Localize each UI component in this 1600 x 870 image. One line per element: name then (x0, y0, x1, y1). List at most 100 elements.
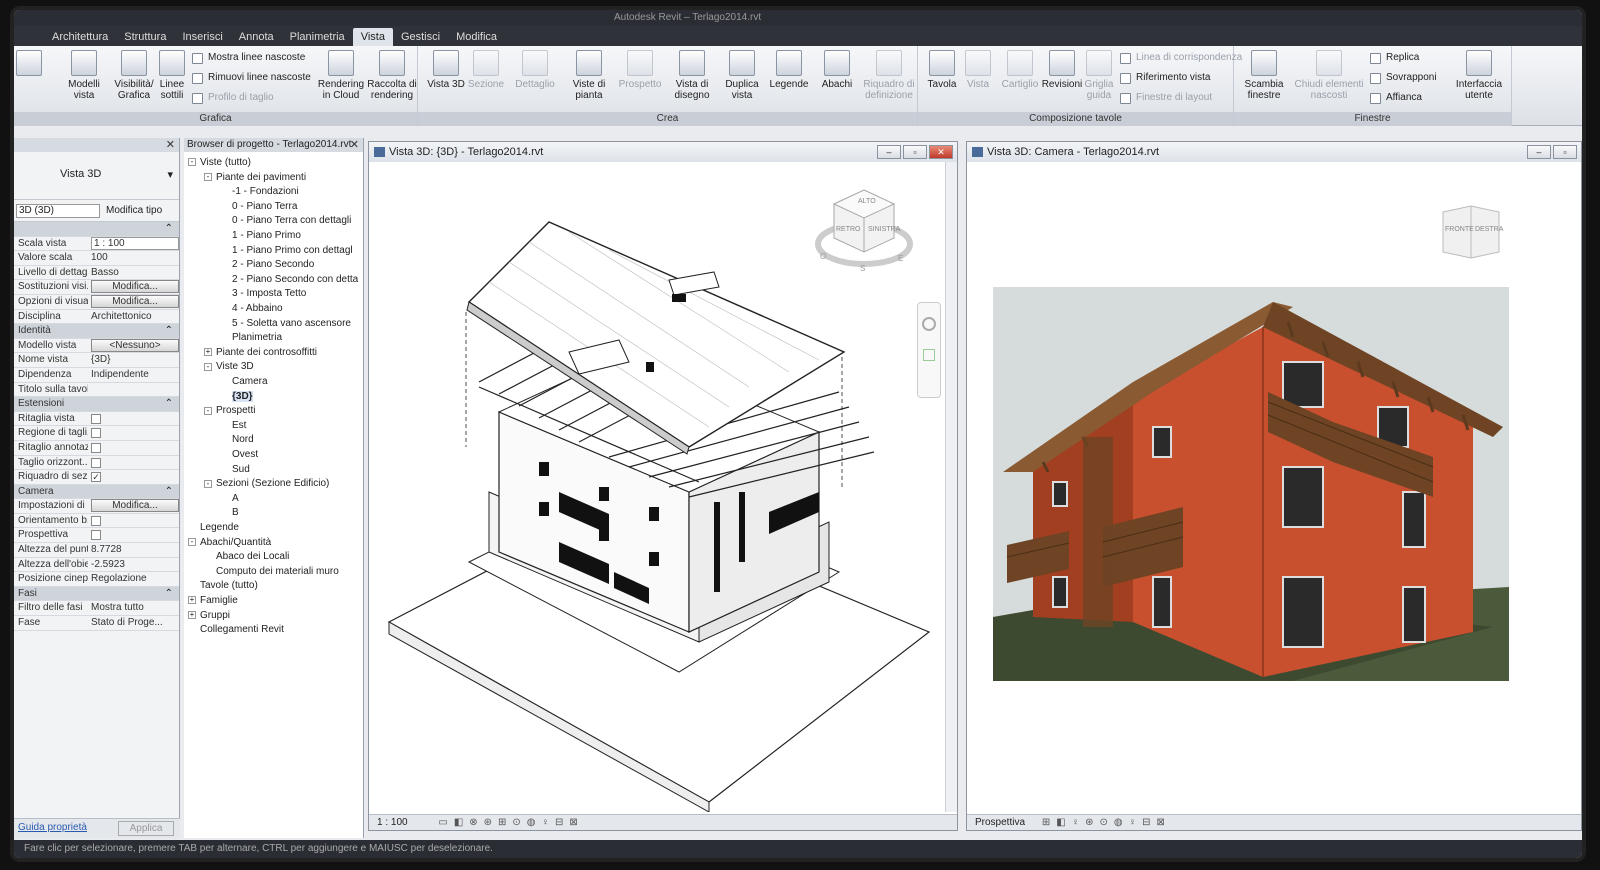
property-value[interactable] (88, 528, 179, 542)
tab-architettura[interactable]: Architettura (44, 28, 116, 46)
navigation-bar[interactable] (917, 302, 941, 398)
vertical-scrollbar[interactable] (945, 162, 957, 812)
property-input[interactable]: 1 : 100 (91, 236, 179, 250)
tree-node[interactable]: Computo dei materiali muro (204, 565, 339, 579)
duplica-vista-button[interactable]: Duplica vista (718, 50, 766, 101)
property-row[interactable]: Nome vista {3D} (14, 353, 179, 368)
property-value[interactable] (88, 441, 179, 455)
collapse-icon[interactable]: ⌃ (165, 587, 179, 601)
collapse-icon[interactable]: - (188, 537, 196, 546)
abachi-button[interactable]: Abachi (814, 50, 860, 90)
property-value[interactable] (88, 412, 179, 426)
tab-vista[interactable]: Vista (352, 28, 393, 46)
property-edit-button[interactable]: Modifica... (91, 294, 179, 308)
property-value[interactable]: ✓ (88, 470, 179, 484)
property-value[interactable]: {3D} (88, 353, 179, 367)
dettaglio-button[interactable]: Dettaglio (512, 50, 558, 90)
property-checkbox[interactable] (91, 530, 101, 541)
zoom-icon[interactable] (923, 349, 935, 361)
instance-filter-select[interactable]: 3D (3D) (16, 204, 100, 218)
property-checkbox[interactable]: ✓ (91, 472, 101, 483)
steering-wheel-icon[interactable] (922, 317, 936, 331)
close-button[interactable]: ✕ (929, 145, 953, 159)
view-cube[interactable]: ALTO RETRO SINISTRA O E S (814, 182, 914, 273)
close-icon[interactable]: ✕ (350, 138, 359, 152)
property-value[interactable] (88, 456, 179, 470)
apply-button[interactable]: Applica (118, 821, 174, 836)
property-row[interactable]: Orientamento b... (14, 514, 179, 529)
property-section[interactable]: Identità ⌃ (14, 324, 179, 339)
properties-toggle-button[interactable] (14, 50, 44, 79)
expand-icon[interactable]: + (204, 348, 212, 357)
riferimento-vista-button[interactable]: Riferimento vista (1120, 70, 1210, 86)
property-section[interactable]: Fasi ⌃ (14, 586, 179, 602)
vista-3d-button[interactable]: Vista 3D (426, 50, 466, 90)
modifica-tipo-button[interactable]: Modifica tipo (106, 204, 162, 218)
tree-node[interactable]: B (220, 506, 239, 520)
tree-node[interactable]: - Abachi/Quantità (188, 536, 271, 550)
property-row[interactable]: Scala vista 1 : 100 (14, 236, 179, 252)
tree-node[interactable]: 4 - Abbaino (220, 302, 283, 316)
tree-node[interactable]: - Viste (tutto) (188, 156, 251, 170)
linea-corrispondenza-button[interactable]: Linea di corrispondenza (1120, 50, 1242, 66)
property-value[interactable]: Modifica... (88, 280, 179, 294)
property-row[interactable]: Fase Stato di Proge... (14, 616, 179, 631)
collapse-icon[interactable]: - (204, 172, 212, 181)
collapse-icon[interactable]: - (188, 158, 196, 167)
affianca-button[interactable]: Affianca (1370, 90, 1422, 106)
property-row[interactable]: Impostazioni di ...Modifica... (14, 499, 179, 514)
tab-planimetria[interactable]: Planimetria (282, 28, 353, 46)
restore-button[interactable]: ▫ (1553, 145, 1577, 159)
property-row[interactable]: Ritaglio annotazi... (14, 441, 179, 456)
tree-node[interactable]: - Piante dei pavimenti (204, 171, 306, 185)
collapse-icon[interactable]: ⌃ (165, 485, 179, 499)
property-section[interactable]: Estensioni ⌃ (14, 397, 179, 412)
property-value[interactable]: 100 (88, 251, 179, 265)
property-value[interactable]: <Nessuno> (88, 338, 179, 353)
tab-modifica[interactable]: Modifica (448, 28, 505, 46)
property-checkbox[interactable] (91, 515, 101, 526)
view-control-icons[interactable]: ▭◧⊗⊛⊞⊙◍♀⊟⊠ (438, 817, 583, 828)
property-row[interactable]: Regione di tagli... (14, 426, 179, 441)
view-control-icons[interactable]: ⊞◧♀⊛⊙◍♀⊟⊠ (1042, 817, 1171, 828)
help-link[interactable]: Guida proprietà (18, 822, 87, 833)
cartiglio-button[interactable]: Cartiglio (998, 50, 1042, 90)
tree-node[interactable]: A (220, 492, 239, 506)
property-value[interactable] (88, 514, 179, 528)
tab-gestisci[interactable]: Gestisci (393, 28, 448, 46)
collapse-icon[interactable]: - (204, 362, 212, 371)
griglia-guida-button[interactable]: Griglia guida (1080, 50, 1118, 101)
legende-button[interactable]: Legende (766, 50, 812, 90)
property-value[interactable]: Modifica... (88, 294, 179, 309)
tree-node[interactable]: 1 - Piano Primo con dettagl (220, 244, 353, 258)
prospetto-button[interactable]: Prospetto (614, 50, 666, 90)
property-value[interactable]: Stato di Proge... (88, 616, 179, 630)
property-value[interactable]: Basso (88, 266, 179, 280)
rendering-cloud-button[interactable]: Rendering in Cloud (316, 50, 366, 101)
expand-icon[interactable]: + (188, 596, 196, 605)
property-checkbox[interactable] (91, 413, 101, 424)
tree-node[interactable]: 2 - Piano Secondo con detta (220, 273, 358, 287)
collapse-icon[interactable]: ⌃ (165, 222, 179, 236)
property-row[interactable]: Altezza del punt...8.7728 (14, 543, 179, 558)
tree-node[interactable]: 1 - Piano Primo (220, 229, 301, 243)
view-scale[interactable]: 1 : 100 (377, 817, 408, 828)
tree-node[interactable]: - Sezioni (Sezione Edificio) (204, 477, 329, 491)
property-row[interactable]: Filtro delle fasi Mostra tutto (14, 601, 179, 617)
property-row[interactable]: Titolo sulla tavola (14, 383, 179, 398)
property-value[interactable] (88, 485, 165, 499)
property-row[interactable]: Prospettiva (14, 528, 179, 544)
property-section[interactable]: ⌃ (14, 222, 179, 237)
property-value[interactable]: Regolazione (88, 572, 179, 586)
tree-node[interactable]: Legende (188, 521, 239, 535)
tab-inserisci[interactable]: Inserisci (174, 28, 230, 46)
property-value[interactable]: 1 : 100 (88, 236, 179, 251)
property-checkbox[interactable] (91, 442, 101, 453)
interfaccia-utente-button[interactable]: Interfaccia utente (1450, 50, 1508, 101)
tree-node[interactable]: 0 - Piano Terra con dettagli (220, 214, 351, 228)
tree-node[interactable]: + Famiglie (188, 594, 238, 608)
close-icon[interactable]: ✕ (166, 138, 175, 152)
property-edit-button[interactable]: Modifica... (91, 499, 179, 513)
tree-node[interactable]: Abaco dei Locali (204, 550, 289, 564)
tree-node[interactable]: Nord (220, 433, 254, 447)
